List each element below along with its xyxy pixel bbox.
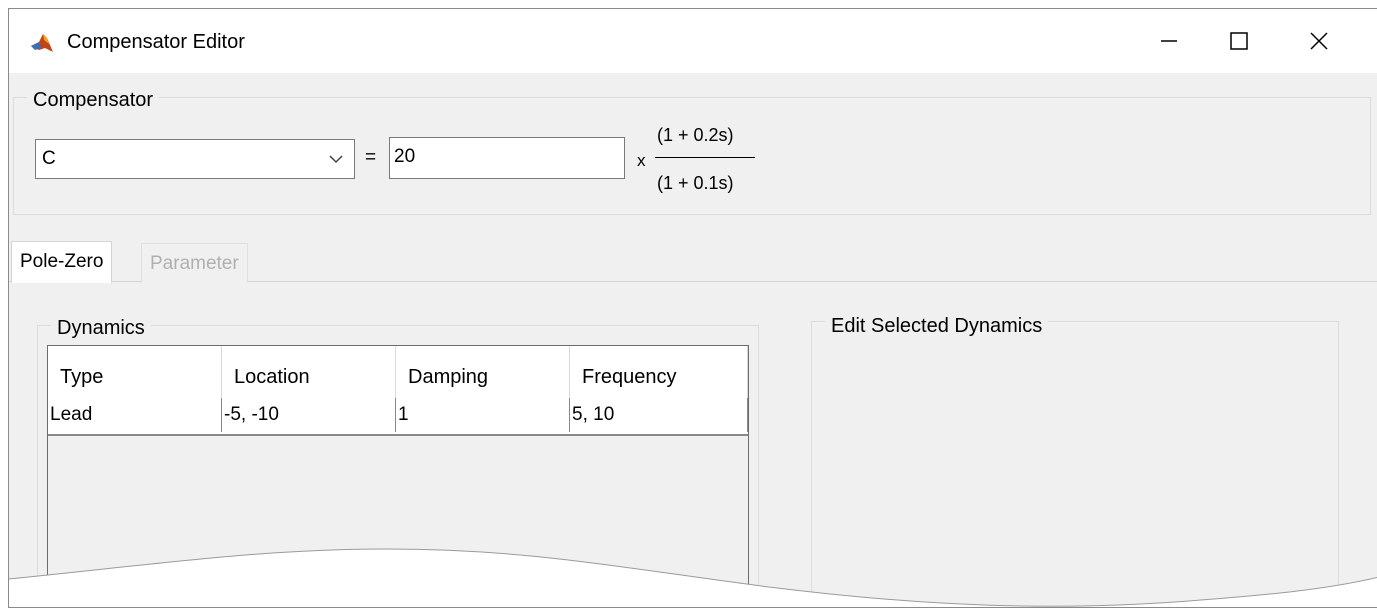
maximize-button[interactable] bbox=[1209, 9, 1269, 73]
transfer-numerator: (1 + 0.2s) bbox=[657, 125, 734, 145]
dynamics-group-label: Dynamics bbox=[51, 317, 151, 339]
close-button[interactable] bbox=[1289, 9, 1349, 73]
column-header-location[interactable]: Location bbox=[222, 346, 396, 398]
tab-parameter[interactable]: Parameter bbox=[141, 243, 248, 283]
minimize-icon bbox=[1161, 40, 1177, 42]
cell-type[interactable]: Lead bbox=[48, 398, 222, 432]
compensator-editor-window: Compensator Editor Compensator C = 20 x … bbox=[8, 8, 1377, 608]
compensator-select-value: C bbox=[42, 148, 56, 169]
window-title: Compensator Editor bbox=[67, 31, 245, 53]
cell-location[interactable]: -5, -10 bbox=[222, 398, 396, 432]
equals-sign: = bbox=[365, 147, 377, 168]
close-icon bbox=[1310, 32, 1328, 50]
title-bar[interactable]: Compensator Editor bbox=[9, 9, 1377, 73]
gain-input[interactable]: 20 bbox=[389, 137, 625, 179]
chevron-down-icon bbox=[329, 155, 343, 164]
transfer-denominator: (1 + 0.1s) bbox=[657, 173, 734, 193]
table-header: Type Location Damping Frequency bbox=[48, 346, 748, 398]
maximize-icon bbox=[1230, 32, 1248, 50]
compensator-group-label: Compensator bbox=[27, 89, 160, 111]
column-header-frequency[interactable]: Frequency bbox=[570, 346, 748, 398]
table-row[interactable]: Lead -5, -10 1 5, 10 bbox=[48, 398, 748, 436]
tab-pole-zero[interactable]: Pole-Zero bbox=[11, 241, 113, 283]
multiply-sign: x bbox=[637, 151, 646, 170]
column-header-damping[interactable]: Damping bbox=[396, 346, 570, 398]
fraction-bar bbox=[655, 157, 755, 158]
torn-edge-overlay bbox=[9, 548, 1377, 607]
column-header-type[interactable]: Type bbox=[48, 346, 222, 398]
cell-frequency[interactable]: 5, 10 bbox=[570, 398, 748, 432]
matlab-logo-icon bbox=[31, 34, 53, 52]
edit-selected-dynamics-label: Edit Selected Dynamics bbox=[825, 315, 1049, 337]
cell-damping[interactable]: 1 bbox=[396, 398, 570, 432]
minimize-button[interactable] bbox=[1139, 9, 1199, 73]
compensator-select[interactable]: C bbox=[35, 139, 355, 179]
